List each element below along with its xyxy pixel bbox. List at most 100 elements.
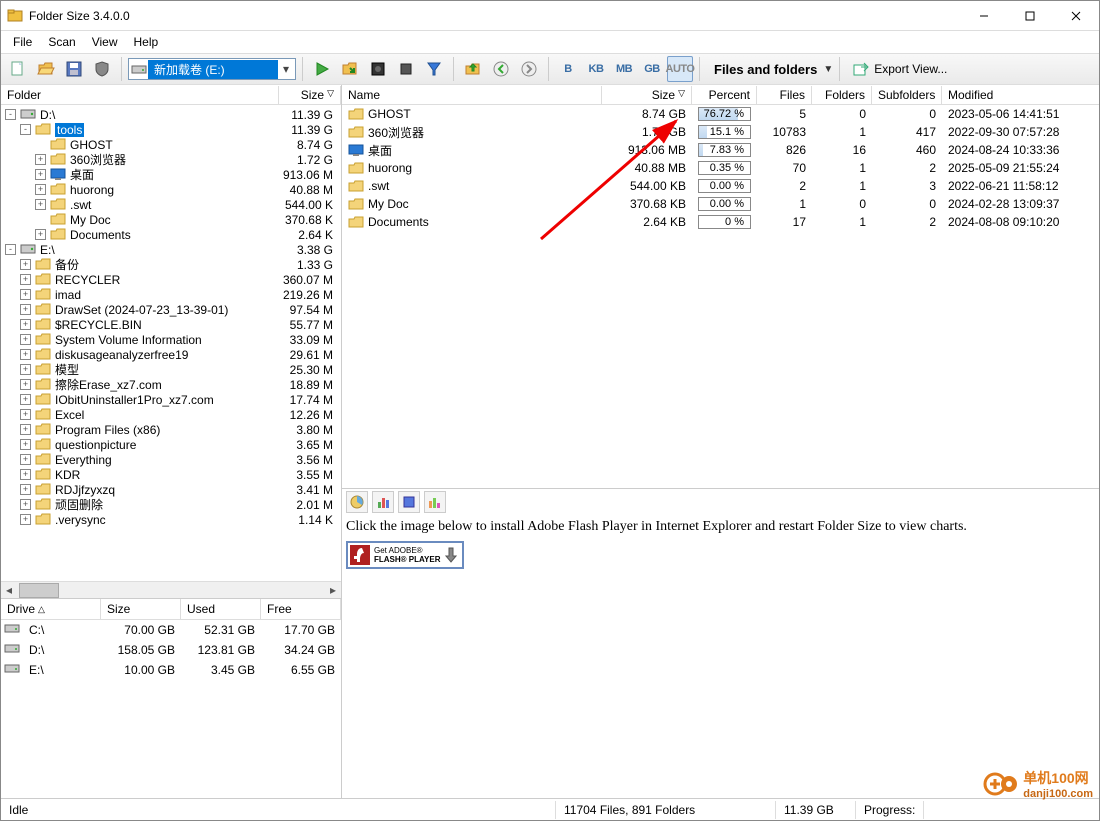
tree-item[interactable]: +huorong40.88 M (1, 182, 341, 197)
stop-button[interactable] (393, 56, 419, 82)
close-button[interactable] (1053, 1, 1099, 31)
tree-item[interactable]: +桌面913.06 M (1, 167, 341, 182)
chevron-down-icon: ▾ (278, 62, 294, 76)
unit-gb-button[interactable]: GB (639, 56, 665, 82)
list-row[interactable]: huorong40.88 MB0.35 %70122025-05-09 21:5… (342, 159, 1099, 177)
drive-row[interactable]: E:\10.00 GB3.45 GB6.55 GB (1, 660, 341, 680)
tree-item[interactable]: +imad219.26 M (1, 287, 341, 302)
chart-other-button[interactable] (424, 491, 446, 513)
col-name[interactable]: Name (342, 86, 602, 104)
export-label: Export View... (874, 62, 947, 76)
play-button[interactable] (309, 56, 335, 82)
unit-auto-button[interactable]: AUTO (667, 56, 693, 82)
tree-item[interactable]: -tools11.39 G (1, 122, 341, 137)
menu-file[interactable]: File (5, 33, 40, 51)
tree-item[interactable]: +360浏览器1.72 G (1, 152, 341, 167)
col-size[interactable]: Size▽ (279, 86, 341, 104)
flash-install-button[interactable]: Get ADOBE® FLASH® PLAYER (346, 541, 464, 569)
shield-button[interactable] (89, 56, 115, 82)
tree-item[interactable]: GHOST8.74 G (1, 137, 341, 152)
file-list[interactable]: Name Size▽ Percent Files Folders Subfold… (342, 85, 1099, 488)
tree-h-scrollbar[interactable]: ◂▸ (1, 581, 341, 598)
unit-b-button[interactable]: B (555, 56, 581, 82)
list-header: Name Size▽ Percent Files Folders Subfold… (342, 85, 1099, 105)
new-button[interactable] (5, 56, 31, 82)
folder-icon (35, 513, 51, 527)
window-title: Folder Size 3.4.0.0 (29, 9, 961, 23)
tree-item[interactable]: +RDJjfzyxzq3.41 M (1, 482, 341, 497)
flash-message: Click the image below to install Adobe F… (346, 517, 1099, 537)
tree-item[interactable]: +DrawSet (2024-07-23_13-39-01)97.54 M (1, 302, 341, 317)
list-row[interactable]: My Doc370.68 KB0.00 %1002024-02-28 13:09… (342, 195, 1099, 213)
filter-dropdown-icon[interactable]: ▼ (823, 64, 833, 75)
folder-icon (35, 318, 51, 332)
menu-view[interactable]: View (84, 33, 126, 51)
list-row[interactable]: Documents2.64 KB0 %17122024-08-08 09:10:… (342, 213, 1099, 231)
status-progress: Progress: (856, 801, 924, 819)
folder-icon (35, 123, 51, 137)
col-subfolders[interactable]: Subfolders (872, 86, 942, 104)
drive-row[interactable]: C:\70.00 GB52.31 GB17.70 GB (1, 620, 341, 640)
tree-item[interactable]: +IObitUninstaller1Pro_xz7.com17.74 M (1, 392, 341, 407)
folder-icon (35, 258, 51, 272)
tree-item[interactable]: +Documents2.64 K (1, 227, 341, 242)
tree-item[interactable]: +System Volume Information33.09 M (1, 332, 341, 347)
tree-item[interactable]: -D:\11.39 G (1, 107, 341, 122)
scan-drive-button[interactable] (365, 56, 391, 82)
open-button[interactable] (33, 56, 59, 82)
folder-icon (35, 468, 51, 482)
folder-icon (35, 498, 51, 512)
forward-button[interactable] (516, 56, 542, 82)
minimize-button[interactable] (961, 1, 1007, 31)
menu-scan[interactable]: Scan (40, 33, 83, 51)
save-button[interactable] (61, 56, 87, 82)
folder-icon (35, 348, 51, 362)
back-button[interactable] (488, 56, 514, 82)
tree-item[interactable]: +.verysync1.14 K (1, 512, 341, 527)
filter-label[interactable]: Files and folders (706, 62, 821, 77)
tree-item[interactable]: +diskusageanalyzerfree1929.61 M (1, 347, 341, 362)
tree-item[interactable]: +$RECYCLE.BIN55.77 M (1, 317, 341, 332)
chart-bar-button[interactable] (372, 491, 394, 513)
tree-item[interactable]: +KDR3.55 M (1, 467, 341, 482)
export-button[interactable]: Export View... (846, 60, 953, 78)
tree-item[interactable]: My Doc370.68 K (1, 212, 341, 227)
tree-item[interactable]: +Everything3.56 M (1, 452, 341, 467)
col-folders[interactable]: Folders (812, 86, 872, 104)
drive-dropdown[interactable]: 新加载卷 (E:) ▾ (128, 58, 296, 80)
col-lsize[interactable]: Size▽ (602, 86, 692, 104)
tree-item[interactable]: +Excel12.26 M (1, 407, 341, 422)
tree-item[interactable]: +备份1.33 G (1, 257, 341, 272)
chart-something-button[interactable] (398, 491, 420, 513)
filter-button[interactable] (421, 56, 447, 82)
up-button[interactable] (460, 56, 486, 82)
chart-pie-button[interactable] (346, 491, 368, 513)
menu-help[interactable]: Help (126, 33, 167, 51)
drive-row[interactable]: D:\158.05 GB123.81 GB34.24 GB (1, 640, 341, 660)
col-drive[interactable]: Drive△ (1, 599, 101, 619)
tree-item[interactable]: +Program Files (x86)3.80 M (1, 422, 341, 437)
tree-item[interactable]: +顽固删除2.01 M (1, 497, 341, 512)
tree-item[interactable]: +questionpicture3.65 M (1, 437, 341, 452)
tree-item[interactable]: +RECYCLER360.07 M (1, 272, 341, 287)
col-dsize[interactable]: Size (101, 599, 181, 619)
col-files[interactable]: Files (757, 86, 812, 104)
col-free[interactable]: Free (261, 599, 341, 619)
tree-item[interactable]: -E:\3.38 G (1, 242, 341, 257)
folder-tree[interactable]: -D:\11.39 G-tools11.39 GGHOST8.74 G+360浏… (1, 105, 341, 581)
col-percent[interactable]: Percent (692, 86, 757, 104)
unit-kb-button[interactable]: KB (583, 56, 609, 82)
col-modified[interactable]: Modified (942, 86, 1099, 104)
tree-item[interactable]: +.swt544.00 K (1, 197, 341, 212)
list-row[interactable]: GHOST8.74 GB76.72 %5002023-05-06 14:41:5… (342, 105, 1099, 123)
list-row[interactable]: 桌面913.06 MB7.83 %826164602024-08-24 10:3… (342, 141, 1099, 159)
col-used[interactable]: Used (181, 599, 261, 619)
list-row[interactable]: 360浏览器1.72 GB15.1 %1078314172022-09-30 0… (342, 123, 1099, 141)
tree-item[interactable]: +擦除Erase_xz7.com18.89 M (1, 377, 341, 392)
scan-folder-button[interactable] (337, 56, 363, 82)
maximize-button[interactable] (1007, 1, 1053, 31)
col-folder[interactable]: Folder (1, 86, 279, 104)
tree-item[interactable]: +模型25.30 M (1, 362, 341, 377)
list-row[interactable]: .swt544.00 KB0.00 %2132022-06-21 11:58:1… (342, 177, 1099, 195)
unit-mb-button[interactable]: MB (611, 56, 637, 82)
